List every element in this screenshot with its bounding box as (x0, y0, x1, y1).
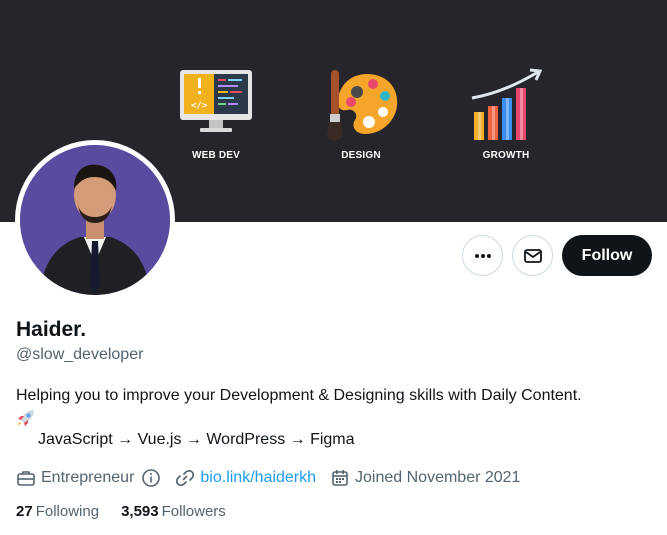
rocket-icon (18, 410, 34, 426)
banner-feature-design: DESIGN (311, 68, 411, 161)
following-label: Following (35, 503, 100, 520)
website-link[interactable]: bio.link/haiderkh (200, 469, 316, 487)
envelope-icon (523, 248, 542, 263)
follow-button[interactable]: Follow (562, 235, 652, 276)
category-label: Entrepreneur (41, 469, 135, 486)
more-dots-icon (474, 253, 491, 258)
message-button[interactable] (512, 235, 553, 276)
banner-feature-growth: GROWTH (456, 68, 556, 161)
joined-item: Joined November 2021 (330, 468, 520, 488)
profile-stats: 27 Following 3,593 Followers (16, 503, 248, 520)
joined-date: Joined November 2021 (355, 469, 521, 486)
monitor-code-icon: </> (180, 70, 252, 132)
growth-chart-icon (471, 68, 543, 140)
bio-rocket-emoji (16, 408, 36, 433)
followers-label: Followers (161, 503, 226, 520)
bio-line-3: JavaScript → Vue.js → WordPress → Figma (38, 431, 355, 448)
svg-text:</>: </> (191, 101, 208, 111)
avatar[interactable] (20, 145, 170, 295)
category-item: Entrepreneur (16, 468, 161, 488)
avatar-frame[interactable] (15, 140, 175, 300)
display-name: Haider. (16, 318, 87, 341)
user-handle: @slow_developer (16, 346, 144, 363)
feature-label-design: DESIGN (341, 150, 381, 161)
banner-feature-webdev: </> WEB DEV (166, 68, 266, 161)
info-icon[interactable] (141, 468, 161, 488)
link-icon (176, 469, 195, 487)
calendar-icon (332, 470, 348, 486)
feature-label-growth: GROWTH (482, 150, 530, 161)
bio-line-1: Helping you to improve your Development … (16, 387, 582, 404)
following-link[interactable]: 27 Following (16, 503, 99, 520)
following-count: 27 (16, 503, 33, 520)
palette-icon (327, 70, 398, 141)
profile-meta: Entrepreneur bio.link/haiderkh Joined No… (16, 467, 534, 489)
briefcase-icon (17, 471, 35, 486)
avatar-portrait (20, 145, 170, 295)
followers-link[interactable]: 3,593 Followers (121, 503, 226, 520)
more-options-button[interactable] (462, 235, 503, 276)
feature-label-webdev: WEB DEV (191, 150, 241, 161)
website-item: bio.link/haiderkh (175, 468, 316, 488)
followers-count: 3,593 (121, 503, 159, 520)
